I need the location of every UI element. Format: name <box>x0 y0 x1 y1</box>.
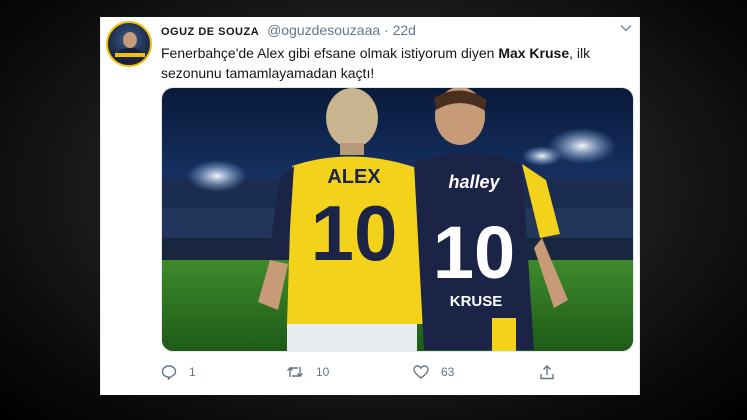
stadium-illustration: ALEX 10 halley 10 KRUSE <box>162 88 633 351</box>
like-count: 63 <box>441 365 455 379</box>
right-sponsor: halley <box>448 172 500 192</box>
like-icon <box>413 365 429 379</box>
like-button[interactable]: 63 <box>413 362 454 382</box>
separator: · <box>384 22 389 38</box>
reply-button[interactable]: 1 <box>161 362 196 382</box>
retweet-button[interactable]: 10 <box>286 362 329 382</box>
tweet-header: OGUZ DE SOUZA @oguzdesouzaaa · 22d <box>161 22 416 38</box>
retweet-count: 10 <box>316 365 330 379</box>
tweet-image[interactable]: ALEX 10 halley 10 KRUSE <box>161 87 634 352</box>
backdrop: OGUZ DE SOUZA @oguzdesouzaaa · 22d Fener… <box>0 0 747 420</box>
author-handle[interactable]: @oguzdesouzaaa <box>267 22 380 38</box>
reply-icon <box>161 365 177 380</box>
share-icon <box>540 365 554 380</box>
tweet-time[interactable]: 22d <box>393 22 416 38</box>
left-jersey-name: ALEX <box>327 166 381 188</box>
right-jersey-number: 10 <box>433 211 515 294</box>
tweet-text-part1: Fenerbahçe'de Alex gibi efsane olmak ist… <box>161 45 499 61</box>
share-button[interactable] <box>539 362 555 382</box>
left-jersey-number: 10 <box>311 189 398 277</box>
author-name[interactable]: OGUZ DE SOUZA <box>161 26 259 38</box>
avatar[interactable] <box>106 21 152 67</box>
right-jersey-name: KRUSE <box>450 293 503 310</box>
reply-count: 1 <box>189 365 196 379</box>
tweet-card[interactable]: OGUZ DE SOUZA @oguzdesouzaaa · 22d Fener… <box>100 17 640 395</box>
tweet-text: Fenerbahçe'de Alex gibi efsane olmak ist… <box>161 43 631 83</box>
tweet-text-mention: Max Kruse <box>498 45 570 61</box>
tweet-actions: 1 10 63 <box>161 362 631 384</box>
chevron-down-icon[interactable] <box>619 21 633 38</box>
retweet-icon <box>287 367 303 377</box>
